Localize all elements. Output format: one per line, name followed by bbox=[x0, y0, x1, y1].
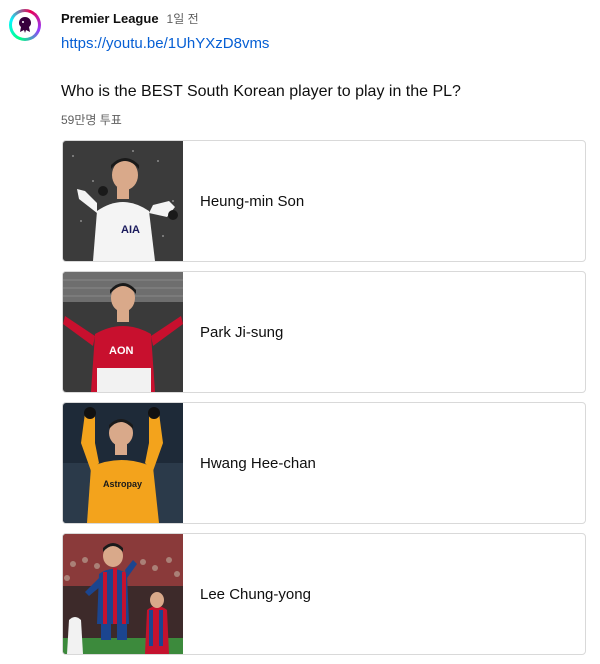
poll-option-heung-min-son[interactable]: AIA Heung-min Son bbox=[62, 140, 586, 262]
svg-text:AIA: AIA bbox=[121, 224, 140, 236]
premier-league-lion-icon bbox=[12, 12, 38, 38]
poll-option-park-ji-sung[interactable]: AON Park Ji-sung bbox=[62, 271, 586, 393]
option-label: Lee Chung-yong bbox=[200, 585, 311, 603]
option-label: Park Ji-sung bbox=[200, 323, 284, 341]
player-photo: AON bbox=[63, 272, 183, 392]
option-label: Heung-min Son bbox=[200, 192, 305, 210]
player-photo: AIA bbox=[63, 141, 183, 261]
channel-name[interactable]: Premier League bbox=[61, 11, 159, 26]
svg-text:Astropay: Astropay bbox=[103, 479, 142, 489]
vote-count: 59만명 투표 bbox=[61, 113, 122, 127]
svg-text:AON: AON bbox=[109, 345, 134, 357]
channel-avatar[interactable] bbox=[9, 9, 41, 41]
player-photo: Astropay bbox=[63, 403, 183, 523]
post-timestamp[interactable]: 1일 전 bbox=[167, 10, 199, 27]
poll-question: Who is the BEST South Korean player to p… bbox=[61, 83, 461, 100]
poll-option-hwang-hee-chan[interactable]: Astropay Hwang Hee-chan bbox=[62, 402, 586, 524]
option-label: Hwang Hee-chan bbox=[200, 454, 316, 472]
poll-options: AIA Heung-min Son AON Park Ji-sung Astro… bbox=[62, 140, 586, 664]
post-link[interactable]: https://youtu.be/1UhYXzD8vms bbox=[61, 35, 269, 52]
poll-option-lee-chung-yong[interactable]: Lee Chung-yong bbox=[62, 533, 586, 655]
post-header: Premier League 1일 전 bbox=[61, 10, 199, 27]
player-photo bbox=[63, 534, 183, 654]
